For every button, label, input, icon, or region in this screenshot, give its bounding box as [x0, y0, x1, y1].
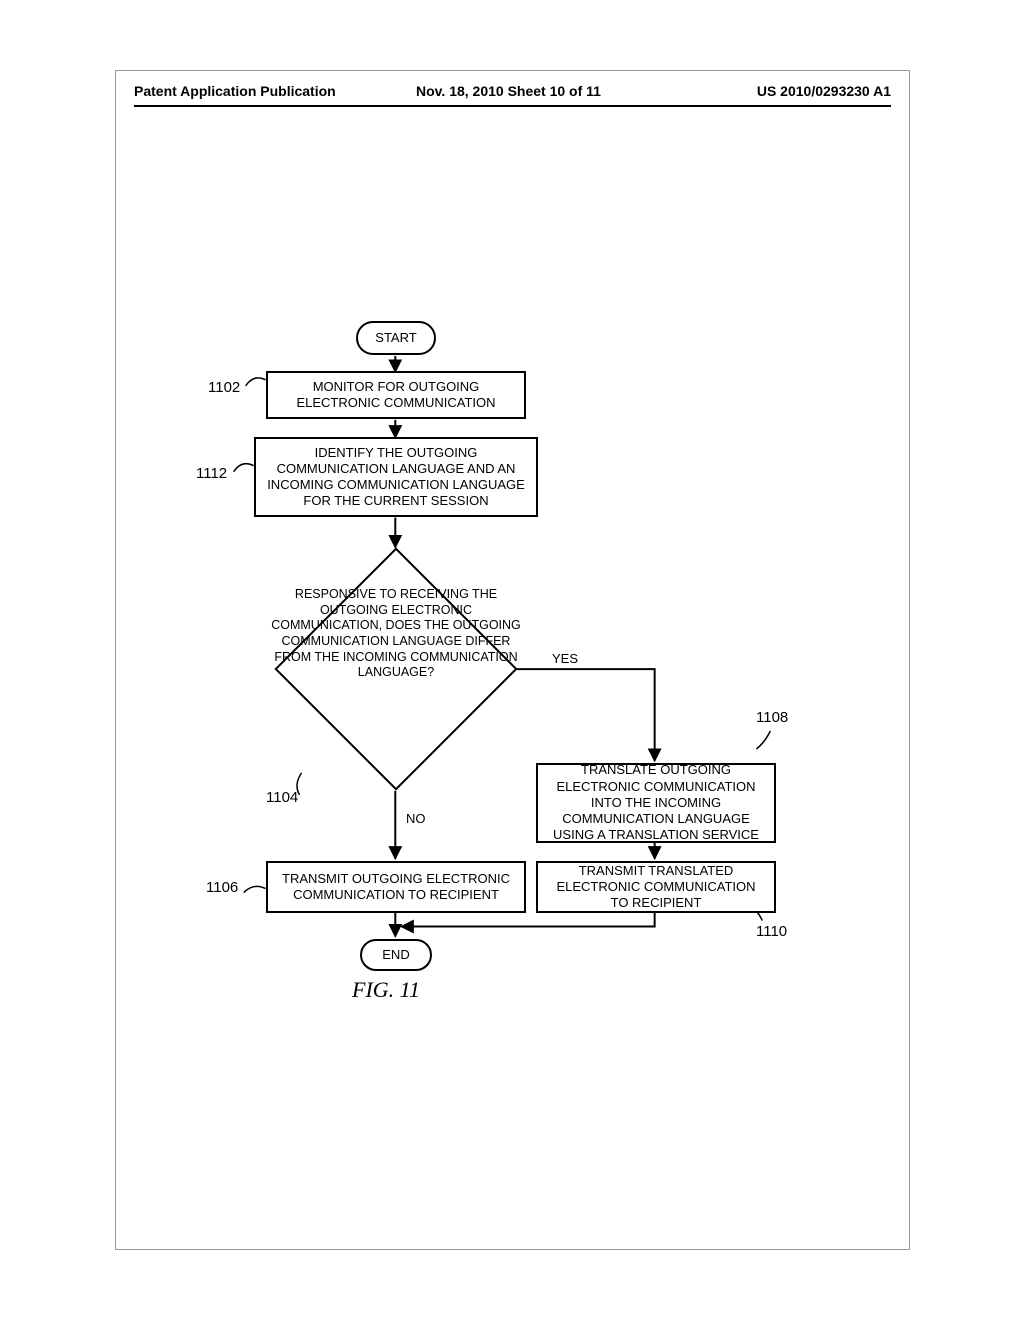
page-frame: Patent Application Publication Nov. 18, …	[115, 70, 910, 1250]
start-label: START	[375, 330, 416, 346]
header-rule	[134, 105, 891, 107]
step-1108-text: TRANSLATE OUTGOING ELECTRONIC COMMUNICAT…	[546, 762, 766, 843]
header-left: Patent Application Publication	[134, 83, 336, 99]
ref-1104: 1104	[266, 789, 298, 806]
step-1106: TRANSMIT OUTGOING ELECTRONIC COMMUNICATI…	[266, 861, 526, 913]
flowchart: START MONITOR FOR OUTGOING ELECTRONIC CO…	[116, 321, 909, 1141]
ref-1102: 1102	[208, 379, 240, 396]
step-1102: MONITOR FOR OUTGOING ELECTRONIC COMMUNIC…	[266, 371, 526, 419]
step-1112-text: IDENTIFY THE OUTGOING COMMUNICATION LANG…	[264, 445, 528, 510]
step-1110: TRANSMIT TRANSLATED ELECTRONIC COMMUNICA…	[536, 861, 776, 913]
step-1102-text: MONITOR FOR OUTGOING ELECTRONIC COMMUNIC…	[276, 379, 516, 412]
header-center: Nov. 18, 2010 Sheet 10 of 11	[416, 83, 601, 99]
edge-yes: YES	[552, 651, 578, 666]
start-terminal: START	[356, 321, 436, 355]
step-1106-text: TRANSMIT OUTGOING ELECTRONIC COMMUNICATI…	[276, 871, 516, 904]
end-label: END	[382, 947, 409, 963]
header-right: US 2010/0293230 A1	[757, 83, 891, 99]
ref-1112: 1112	[196, 465, 227, 482]
step-1108: TRANSLATE OUTGOING ELECTRONIC COMMUNICAT…	[536, 763, 776, 843]
step-1110-text: TRANSMIT TRANSLATED ELECTRONIC COMMUNICA…	[546, 863, 766, 912]
edge-no: NO	[406, 811, 426, 826]
decision-1104-text: RESPONSIVE TO RECEIVING THE OUTGOING ELE…	[266, 587, 526, 681]
ref-1106: 1106	[206, 879, 238, 896]
figure-caption: FIG. 11	[352, 977, 420, 1003]
end-terminal: END	[360, 939, 432, 971]
ref-1108: 1108	[756, 709, 788, 726]
ref-1110: 1110	[756, 923, 787, 940]
step-1112: IDENTIFY THE OUTGOING COMMUNICATION LANG…	[254, 437, 538, 517]
